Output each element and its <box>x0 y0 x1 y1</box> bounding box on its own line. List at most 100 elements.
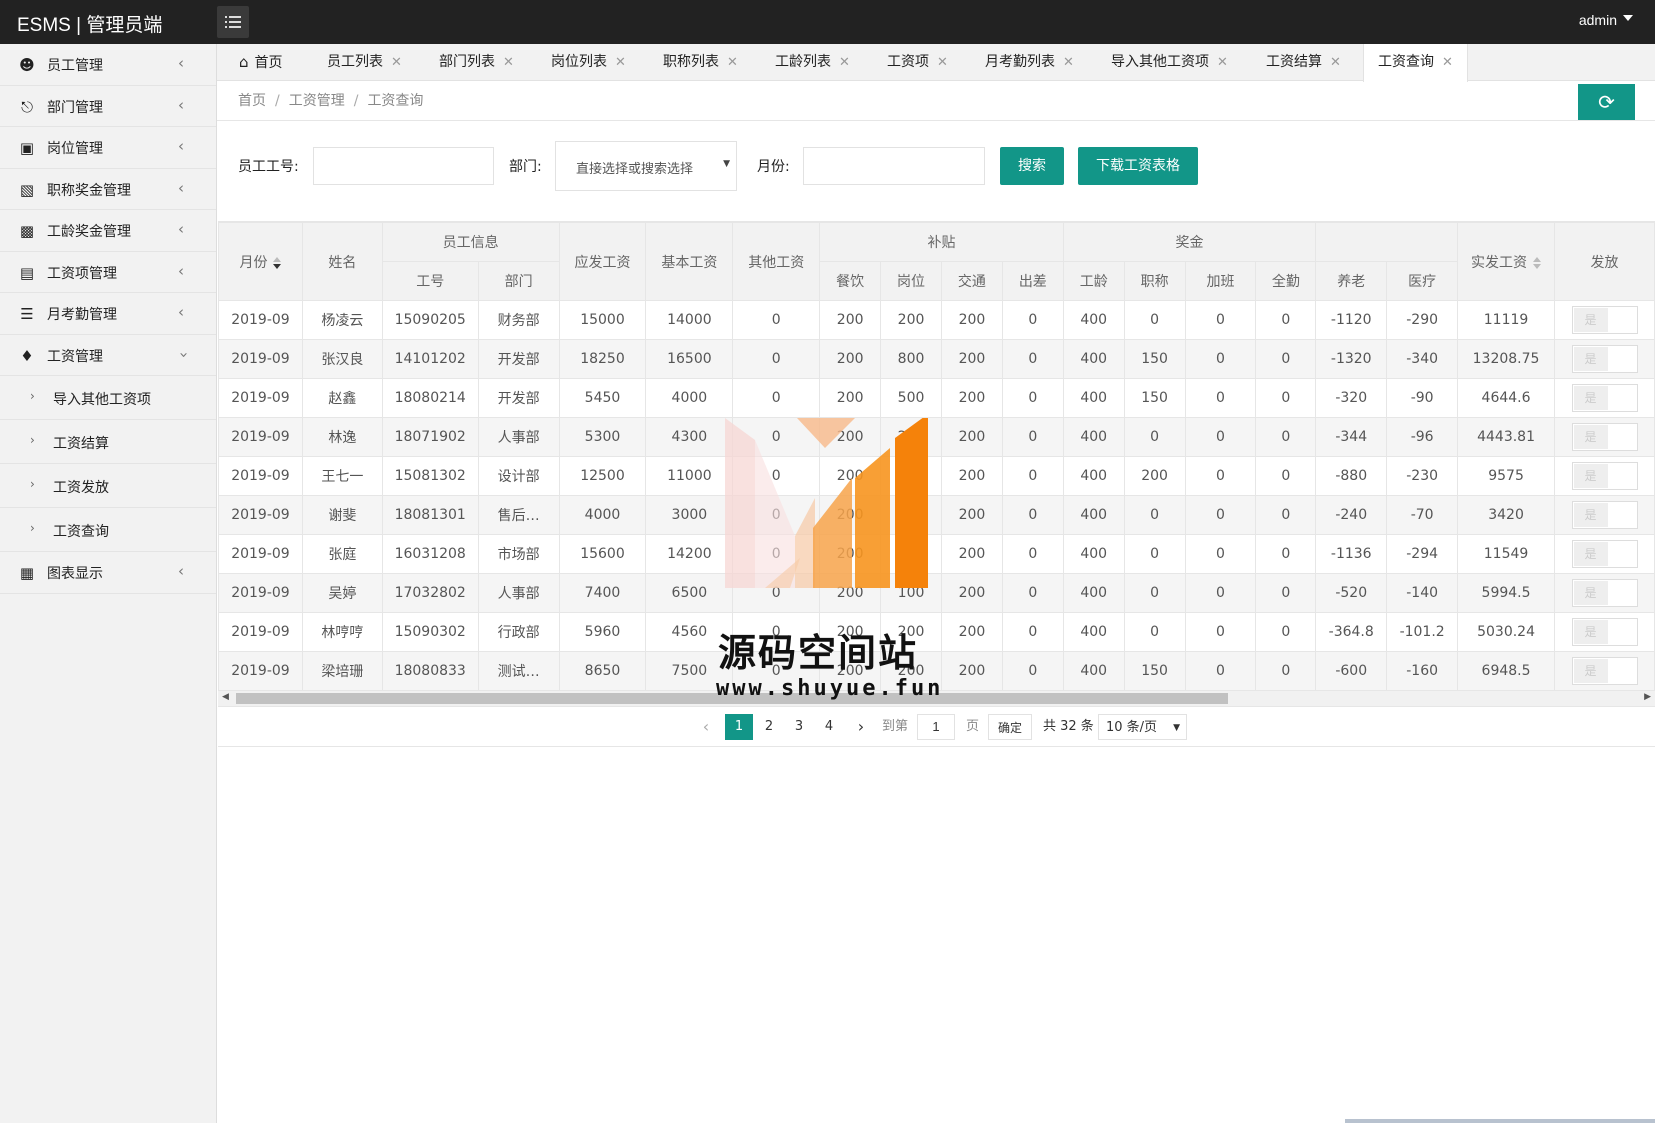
page-1[interactable]: 1 <box>725 714 753 740</box>
page-3[interactable]: 3 <box>785 714 813 740</box>
menu-toggle-button[interactable] <box>217 6 249 38</box>
sidebar-item-title-bonus[interactable]: ▧ 职称奖金管理 ‹ <box>0 169 216 210</box>
tab-salary-items[interactable]: 工资项 ✕ <box>887 44 948 81</box>
cell-travel: 0 <box>1001 300 1064 340</box>
sidebar-item-label: 部门管理 <box>47 99 103 116</box>
tab-label: 岗位列表 <box>551 54 607 70</box>
sidebar-item-label: 岗位管理 <box>47 141 103 157</box>
issue-switch[interactable]: 是 <box>1571 306 1638 334</box>
issue-switch[interactable]: 是 <box>1571 501 1638 529</box>
close-icon[interactable]: ✕ <box>839 55 850 70</box>
tab-attendance-list[interactable]: 月考勤列表 ✕ <box>985 44 1074 81</box>
issue-switch[interactable]: 是 <box>1571 462 1638 490</box>
emp-no-input[interactable] <box>313 147 494 185</box>
issue-switch[interactable]: 是 <box>1571 423 1638 451</box>
issue-switch[interactable]: 是 <box>1571 657 1638 685</box>
sidebar-subitem-settlement[interactable]: › 工资结算 <box>0 420 216 464</box>
chevron-left-icon: ‹ <box>178 178 184 197</box>
cell-name: 林逸 <box>301 417 383 457</box>
cell-medical: -140 <box>1386 573 1459 613</box>
cell-issue: 是 <box>1554 300 1655 340</box>
next-page-icon[interactable]: › <box>854 714 868 740</box>
cell-pension: -364.8 <box>1315 612 1388 652</box>
user-menu[interactable]: admin <box>1579 12 1633 28</box>
close-icon[interactable]: ✕ <box>1330 55 1341 70</box>
close-icon[interactable]: ✕ <box>937 55 948 70</box>
cell-month: 2019-09 <box>218 534 303 574</box>
breadcrumb-salary[interactable]: 工资管理 <box>289 93 345 109</box>
sidebar-item-position[interactable]: ▣ 岗位管理 ‹ <box>0 127 216 169</box>
col-title: 职称 <box>1123 261 1186 301</box>
close-icon[interactable]: ✕ <box>1217 55 1228 70</box>
users-icon: ☻ <box>19 56 35 74</box>
month-input[interactable] <box>803 147 985 185</box>
tab-salary-query[interactable]: 工资查询 ✕ <box>1363 44 1468 82</box>
scroll-right-icon[interactable]: ▶ <box>1644 692 1651 702</box>
cell-seniority: 400 <box>1062 495 1125 535</box>
scroll-left-icon[interactable]: ◀ <box>222 692 229 702</box>
issue-switch[interactable]: 是 <box>1571 384 1638 412</box>
emp-no-label: 员工工号: <box>238 159 299 175</box>
tab-department-list[interactable]: 部门列表 ✕ <box>439 44 514 81</box>
sidebar-item-seniority-bonus[interactable]: ▩ 工龄奖金管理 ‹ <box>0 210 216 252</box>
tab-title-list[interactable]: 职称列表 ✕ <box>663 44 738 81</box>
close-icon[interactable]: ✕ <box>1063 55 1074 70</box>
sidebar-item-charts[interactable]: ▦ 图表显示 ‹ <box>0 552 216 594</box>
close-icon[interactable]: ✕ <box>1442 55 1453 70</box>
col-name: 姓名 <box>301 222 383 301</box>
cell-title: 0 <box>1123 573 1186 613</box>
issue-switch[interactable]: 是 <box>1571 618 1638 646</box>
prev-page-icon[interactable]: ‹ <box>699 714 713 740</box>
cell-name: 谢斐 <box>301 495 383 535</box>
tab-seniority-list[interactable]: 工龄列表 ✕ <box>775 44 850 81</box>
col-month[interactable]: 月份 <box>218 222 303 301</box>
close-icon[interactable]: ✕ <box>615 55 626 70</box>
close-icon[interactable]: ✕ <box>727 55 738 70</box>
tab-employee-list[interactable]: 员工列表 ✕ <box>327 44 402 81</box>
sidebar-item-attendance[interactable]: ☰ 月考勤管理 ‹ <box>0 293 216 335</box>
sidebar-subitem-label: 工资查询 <box>53 524 109 540</box>
confirm-button[interactable]: 确定 <box>988 714 1032 740</box>
page-size-select[interactable]: 10 条/页 ▼ <box>1098 714 1187 740</box>
close-icon[interactable]: ✕ <box>503 55 514 70</box>
tab-settlement[interactable]: 工资结算 ✕ <box>1266 44 1341 81</box>
sort-icon[interactable] <box>273 256 282 269</box>
switch-label: 是 <box>1573 620 1608 644</box>
sidebar-item-salary-items[interactable]: ▤ 工资项管理 ‹ <box>0 252 216 293</box>
goto-page-input[interactable] <box>917 714 955 740</box>
page-4[interactable]: 4 <box>815 714 843 740</box>
page-2[interactable]: 2 <box>755 714 783 740</box>
download-button[interactable]: 下载工资表格 <box>1078 147 1198 185</box>
issue-switch[interactable]: 是 <box>1571 579 1638 607</box>
sidebar-subitem-import[interactable]: › 导入其他工资项 <box>0 376 216 420</box>
switch-label: 是 <box>1573 464 1608 488</box>
sort-icon[interactable] <box>1533 256 1542 269</box>
breadcrumb-home[interactable]: 首页 <box>238 93 266 109</box>
cell-seniority: 400 <box>1062 300 1125 340</box>
dept-select[interactable]: 直接选择或搜索选择 ▼ <box>555 141 737 191</box>
sidebar-subitem-payout[interactable]: › 工资发放 <box>0 464 216 508</box>
tab-home[interactable]: ⌂ 首页 <box>239 44 283 81</box>
sidebar-item-salary[interactable]: ♦ 工资管理 ‹ <box>0 335 216 376</box>
tab-position-list[interactable]: 岗位列表 ✕ <box>551 44 626 81</box>
cell-seniority: 400 <box>1062 573 1125 613</box>
cell-other: 0 <box>732 300 821 340</box>
refresh-button[interactable]: ⟳ <box>1578 84 1635 120</box>
sidebar-item-employee[interactable]: ☻ 员工管理 ‹ <box>0 44 216 86</box>
col-other: 其他工资 <box>732 222 821 301</box>
cell-overtime: 0 <box>1184 495 1257 535</box>
tab-import-items[interactable]: 导入其他工资项 ✕ <box>1111 44 1228 81</box>
cell-dept: 售后… <box>477 495 560 535</box>
cell-title: 0 <box>1123 534 1186 574</box>
cell-travel: 0 <box>1001 612 1064 652</box>
cell-seniority: 400 <box>1062 456 1125 496</box>
close-icon[interactable]: ✕ <box>391 55 402 70</box>
issue-switch[interactable]: 是 <box>1571 540 1638 568</box>
cell-transport: 200 <box>940 534 1003 574</box>
sidebar-item-department[interactable]: ⎋ 部门管理 ‹ <box>0 86 216 127</box>
issue-switch[interactable]: 是 <box>1571 345 1638 373</box>
col-net[interactable]: 实发工资 <box>1457 222 1555 301</box>
cell-medical: -90 <box>1386 378 1459 418</box>
search-button[interactable]: 搜索 <box>1000 147 1064 185</box>
sidebar-subitem-query[interactable]: › 工资查询 <box>0 508 216 552</box>
